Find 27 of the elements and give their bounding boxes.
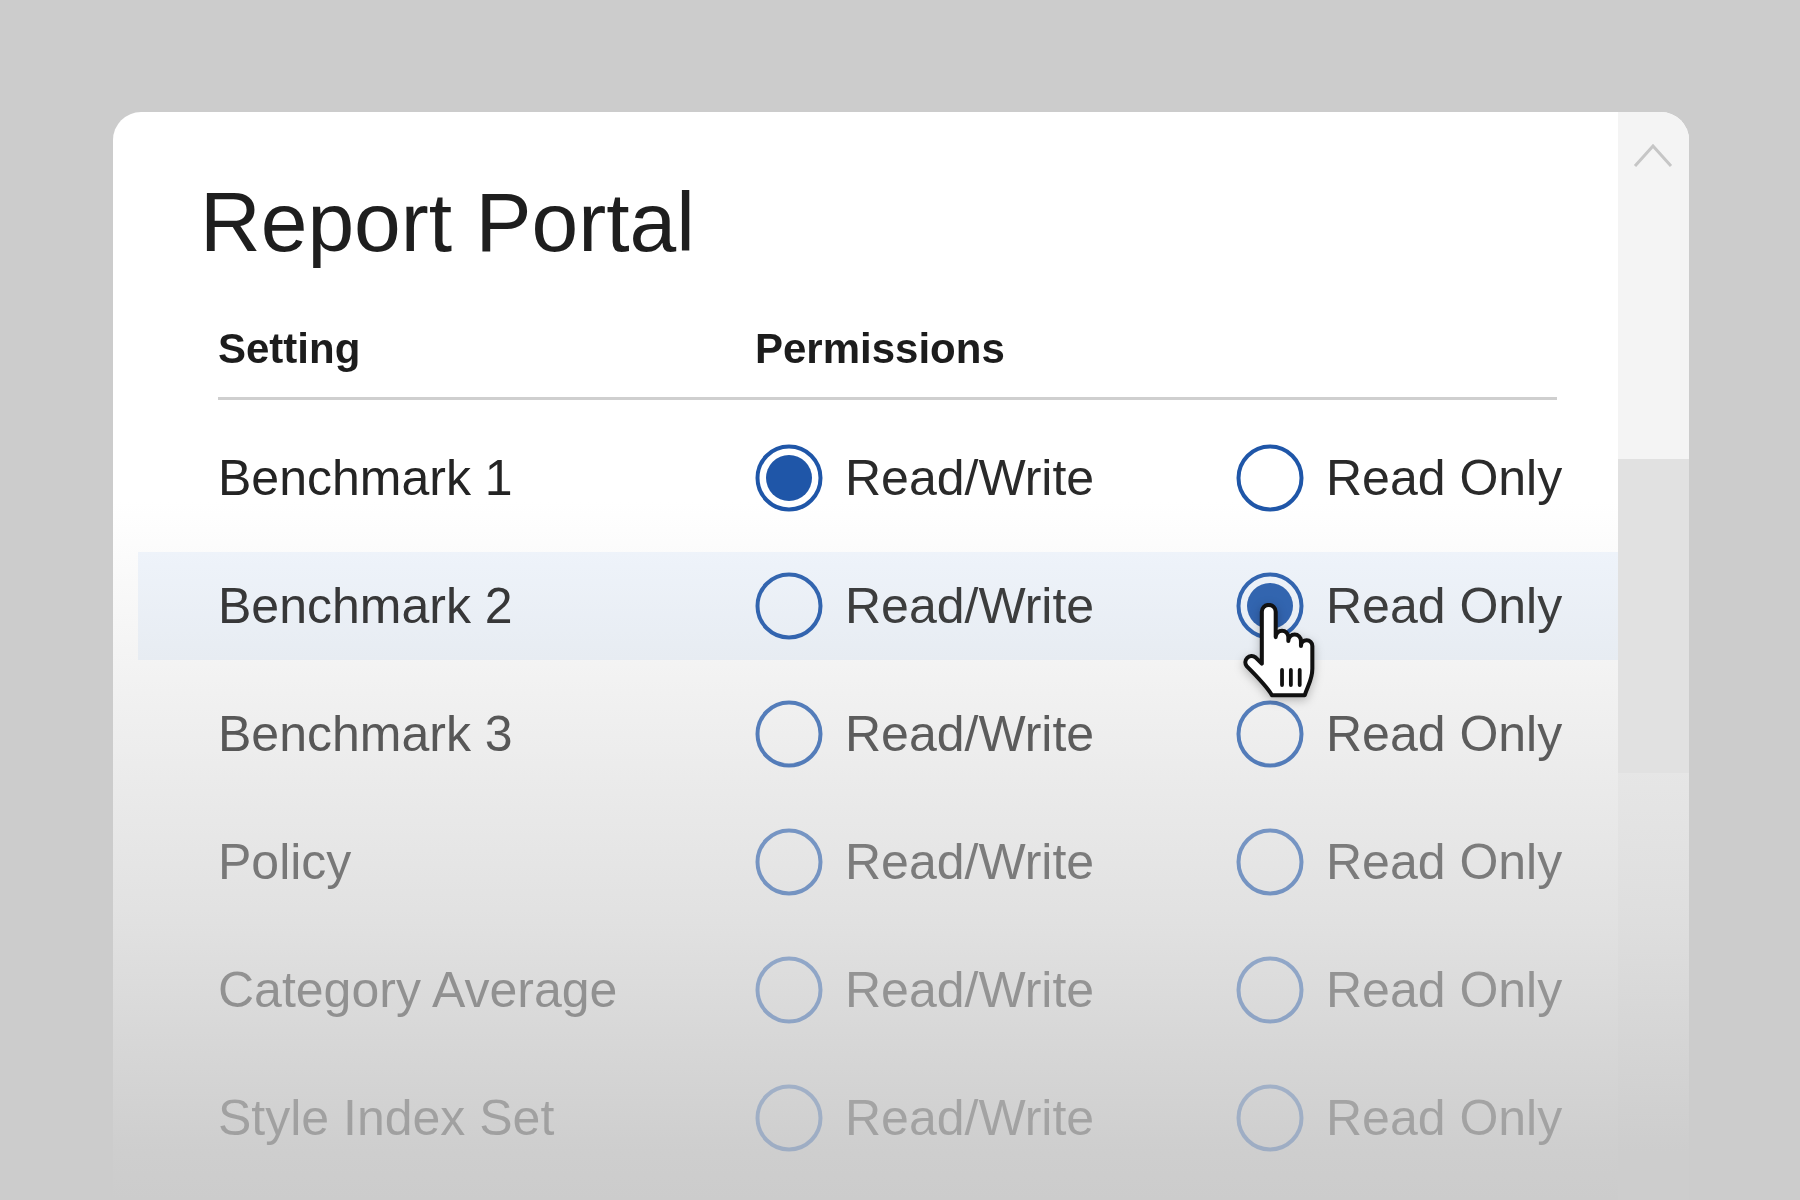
option-label: Read/Write bbox=[845, 577, 1095, 635]
window-title: Report Portal bbox=[199, 174, 696, 271]
chevron-up-icon[interactable] bbox=[1633, 143, 1673, 168]
option-label: Read/Write bbox=[845, 833, 1095, 891]
setting-label: Benchmark 1 bbox=[218, 449, 514, 507]
radio-button[interactable] bbox=[755, 572, 823, 640]
option-label: Read Only bbox=[1326, 577, 1563, 635]
option-label: Read Only bbox=[1326, 705, 1563, 763]
option-label: Read Only bbox=[1326, 449, 1563, 507]
radio-button[interactable] bbox=[1236, 444, 1304, 512]
radio-button[interactable] bbox=[1236, 828, 1304, 896]
radio-button[interactable] bbox=[755, 828, 823, 896]
column-header: Permissions bbox=[755, 325, 1006, 373]
radio-button[interactable] bbox=[755, 700, 823, 768]
option-label: Read/Write bbox=[845, 705, 1095, 763]
scrollbar-thumb[interactable] bbox=[1618, 459, 1689, 773]
radio-button[interactable] bbox=[755, 444, 823, 512]
setting-label: Policy bbox=[218, 833, 353, 891]
column-header: Setting bbox=[218, 325, 362, 373]
option-label: Read/Write bbox=[845, 449, 1095, 507]
radio-button[interactable] bbox=[1236, 700, 1304, 768]
option-label: Read Only bbox=[1326, 961, 1563, 1019]
setting-label: Benchmark 2 bbox=[218, 577, 514, 635]
setting-label: Benchmark 3 bbox=[218, 705, 514, 763]
option-label: Read/Write bbox=[845, 961, 1095, 1019]
setting-label: Category Average bbox=[218, 961, 619, 1019]
option-label: Read Only bbox=[1326, 833, 1563, 891]
